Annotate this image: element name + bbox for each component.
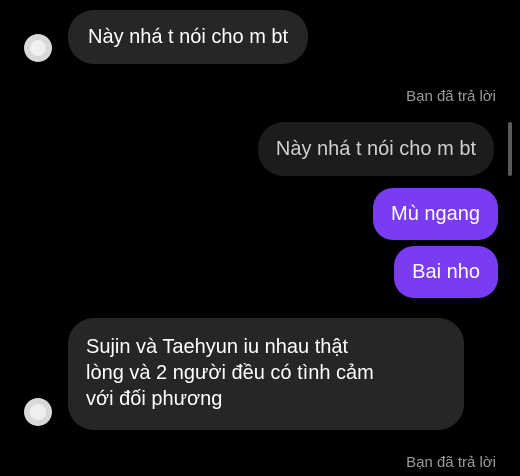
default-avatar-icon <box>30 40 46 56</box>
sender-avatar[interactable] <box>24 34 52 62</box>
message-text: Mù ngang <box>391 203 480 225</box>
reply-label: Bạn đã trả lời <box>406 454 496 471</box>
outgoing-message-bubble[interactable]: Mù ngang <box>373 188 498 240</box>
quoted-message-bubble[interactable]: Này nhá t nói cho m bt <box>257 122 494 176</box>
incoming-message-bubble[interactable]: Này nhá t nói cho m bt <box>68 10 309 64</box>
default-avatar-icon <box>30 404 46 420</box>
message-text: Này nhá t nói cho m bt <box>88 26 289 48</box>
incoming-message-bubble[interactable]: Sujin và Taehyun iu nhau thật lòng và 2 … <box>68 318 464 430</box>
message-line: lòng và 2 người đều có tình cảm <box>86 362 374 384</box>
message-text: Bai nho <box>412 261 480 283</box>
quoted-message-text: Này nhá t nói cho m bt <box>275 138 476 160</box>
sender-avatar[interactable] <box>24 398 52 426</box>
quote-bar <box>508 122 512 176</box>
message-line: với đối phương <box>86 388 223 410</box>
message-line: Sujin và Taehyun iu nhau thật <box>86 336 349 358</box>
reply-label: Bạn đã trả lời <box>406 88 496 105</box>
outgoing-message-bubble[interactable]: Bai nho <box>394 246 498 298</box>
